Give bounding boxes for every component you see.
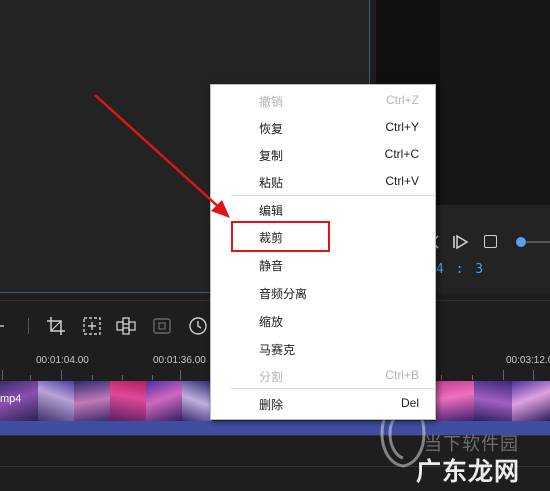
menu-item-redo[interactable]: 恢复 Ctrl+Y xyxy=(211,114,437,141)
ruler-tick-label: 00:01:04.00 xyxy=(36,355,89,366)
clip-thumbnail xyxy=(74,381,110,421)
ruler-tick xyxy=(441,375,442,380)
menu-item-zoom[interactable]: 缩放 xyxy=(211,307,437,334)
menu-item-label: 静音 xyxy=(259,259,284,273)
menu-item-copy[interactable]: 复制 Ctrl+C xyxy=(211,141,437,168)
menu-item-paste[interactable]: 粘贴 Ctrl+V xyxy=(211,168,437,195)
clip-thumbnail xyxy=(110,381,146,421)
progress-slider-handle[interactable] xyxy=(516,237,526,247)
menu-item-label: 音频分离 xyxy=(259,287,308,301)
menu-item-shortcut: Ctrl+V xyxy=(385,174,419,188)
menu-item-label: 缩放 xyxy=(259,315,284,329)
video-editor-window: 4 : 3 00:01:04.00 00:01:36.00 00:03:12.0 xyxy=(0,0,550,491)
ruler-tick xyxy=(61,370,62,380)
ruler-tick xyxy=(122,375,123,380)
ruler-tick xyxy=(180,370,181,380)
ruler-tick xyxy=(92,375,93,380)
ruler-tick xyxy=(2,370,3,380)
ruler-tick-label: 00:03:12.0 xyxy=(506,355,550,366)
progress-slider-track[interactable] xyxy=(526,241,550,243)
menu-item-label: 删除 xyxy=(259,398,284,412)
crop-icon[interactable] xyxy=(46,316,66,336)
menu-item-label: 恢复 xyxy=(259,122,284,136)
ruler-tick xyxy=(472,375,473,380)
menu-item-edit[interactable]: 编辑 xyxy=(211,196,437,223)
menu-item-delete[interactable]: 删除 Del xyxy=(211,390,437,417)
clip-thumbnail xyxy=(182,381,212,421)
ruler-tick xyxy=(30,375,31,380)
menu-item-label: 撤销 xyxy=(259,95,284,109)
menu-item-label: 马赛克 xyxy=(259,343,296,357)
freeze-frame-icon[interactable] xyxy=(152,316,172,336)
menu-item-shortcut: Ctrl+B xyxy=(385,368,419,382)
player-video-area-right xyxy=(440,0,550,205)
menu-item-shortcut: Ctrl+Z xyxy=(386,93,419,107)
menu-item-mute[interactable]: 静音 xyxy=(211,251,437,278)
ruler-tick xyxy=(503,370,504,380)
clip-thumbnail xyxy=(436,381,474,421)
clip-thumbnail xyxy=(512,381,550,421)
menu-item-label: 分割 xyxy=(259,370,284,384)
menu-item-shortcut: Ctrl+C xyxy=(384,147,419,161)
watermark-text: 广东龙网 xyxy=(416,457,521,486)
clip-thumbnail xyxy=(474,381,512,421)
annotation-highlight-box xyxy=(231,221,330,252)
context-menu: 撤销 Ctrl+Z 恢复 Ctrl+Y 复制 Ctrl+C 粘贴 Ctrl+V … xyxy=(210,84,436,420)
ruler-tick xyxy=(152,375,153,380)
menu-item-shortcut: Ctrl+Y xyxy=(385,120,419,134)
menu-item-split[interactable]: 分割 Ctrl+B xyxy=(211,362,437,389)
menu-item-label: 粘贴 xyxy=(259,176,284,190)
menu-item-detach-audio[interactable]: 音频分离 xyxy=(211,279,437,306)
stop-icon[interactable] xyxy=(484,235,497,248)
clip-thumbnail xyxy=(146,381,182,421)
time-readout: 4 : 3 xyxy=(436,262,486,277)
clip-filename: mp4 xyxy=(0,393,22,405)
play-icon[interactable] xyxy=(452,233,470,251)
menu-item-label: 复制 xyxy=(259,149,284,163)
mosaic-icon[interactable] xyxy=(116,316,136,336)
ruler-tick-label: 00:01:36.00 xyxy=(153,355,206,366)
menu-item-undo[interactable]: 撤销 Ctrl+Z xyxy=(211,87,437,114)
menu-separator xyxy=(231,388,435,389)
menu-item-shortcut: Del xyxy=(400,396,419,410)
zoom-icon[interactable] xyxy=(82,316,102,336)
clip-thumbnail xyxy=(38,381,74,421)
menu-item-mosaic[interactable]: 马赛克 xyxy=(211,335,437,362)
toolbar-divider xyxy=(28,318,29,334)
menu-item-label: 编辑 xyxy=(259,204,284,218)
ruler-tick xyxy=(533,370,534,380)
split-icon[interactable] xyxy=(0,316,20,336)
duration-icon[interactable] xyxy=(188,316,208,336)
